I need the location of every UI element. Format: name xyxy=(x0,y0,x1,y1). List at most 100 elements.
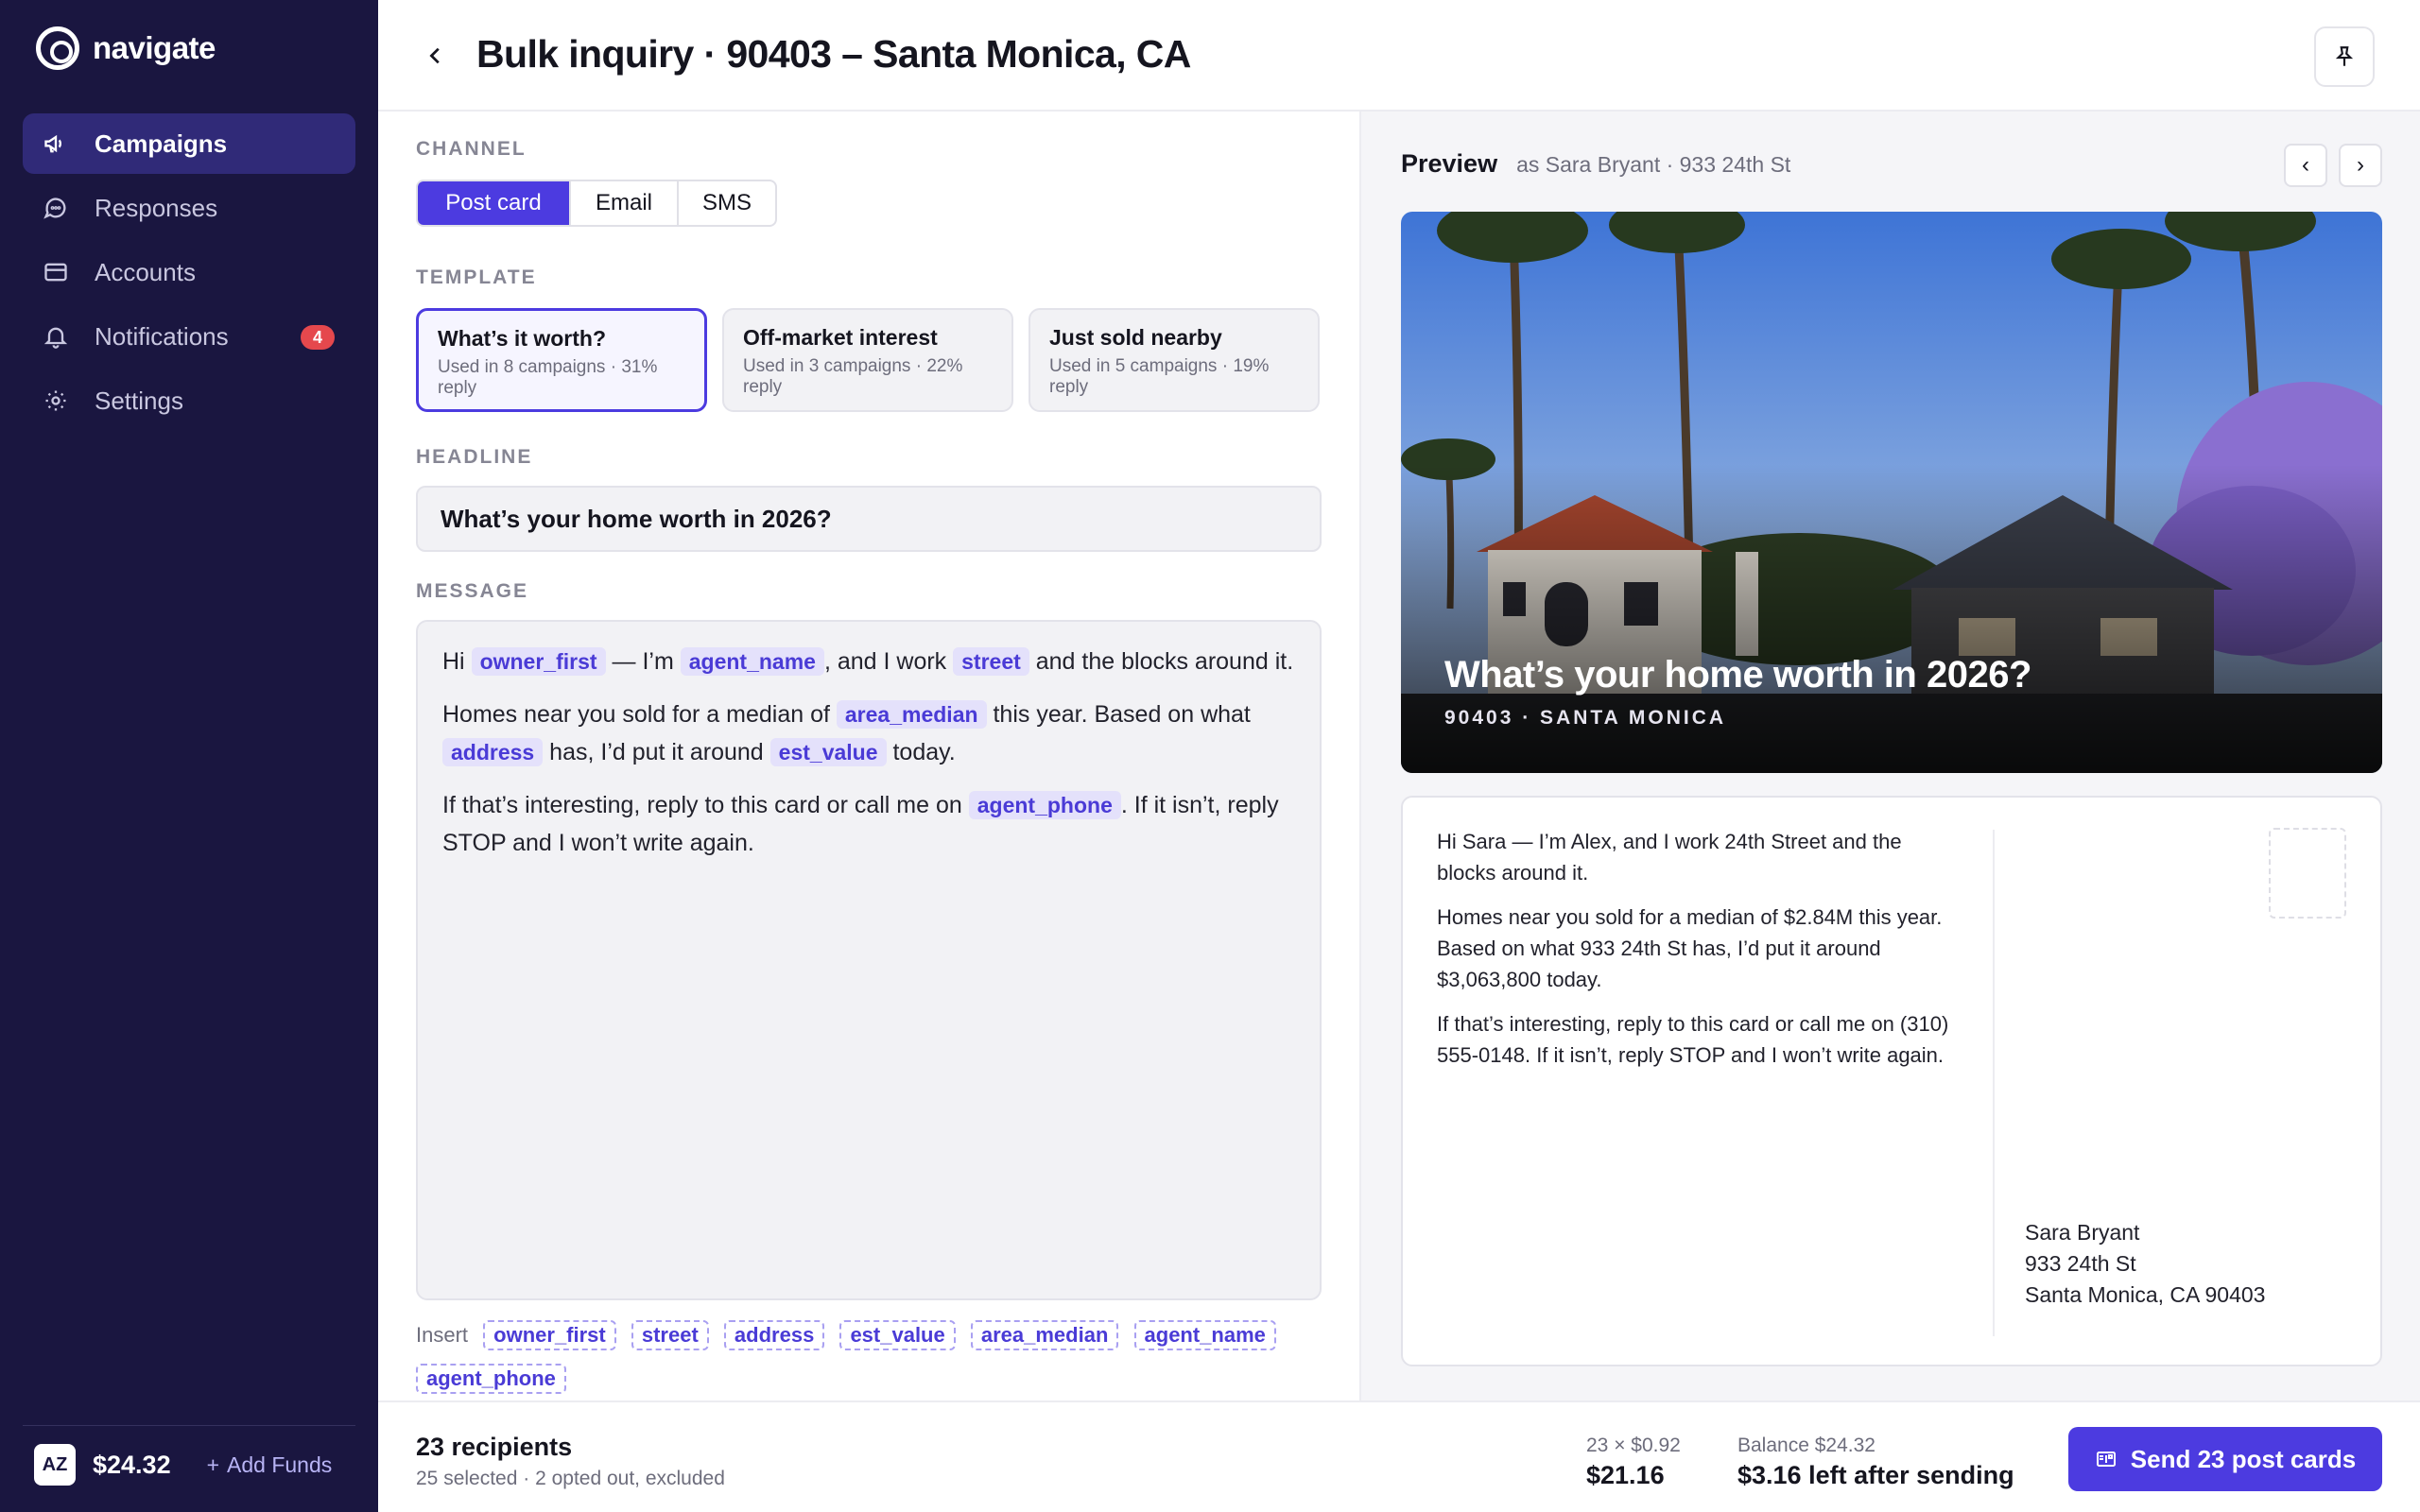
sidebar-item-settings[interactable]: Settings xyxy=(23,370,355,431)
message-text: — I’m xyxy=(612,648,674,675)
recipient-details: 25 selected · 2 opted out, excluded xyxy=(416,1468,725,1489)
chevron-left-icon xyxy=(429,47,440,64)
postcard-divider xyxy=(1993,830,1995,1336)
template-list: What’s it worth? Used in 8 campaigns · 3… xyxy=(416,308,1322,412)
postcard-message-paragraph: Hi Sara — I’m Alex, and I work 24th Stre… xyxy=(1437,830,1902,885)
recipient-address: Sara Bryant 933 24th St Santa Monica, CA… xyxy=(2025,1217,2265,1311)
send-button[interactable]: Send 23 post cards xyxy=(2068,1427,2382,1491)
template-meta: Used in 3 campaigns · 22% reply xyxy=(743,356,963,397)
cost-formula: 23 × $0.92 xyxy=(1586,1435,1681,1456)
logo-icon xyxy=(36,26,79,70)
recipient-count: 23 recipients xyxy=(416,1433,573,1461)
postcard-front: What’s your home worth in 2026? 90403 · … xyxy=(1401,212,2382,773)
channel-sms-button[interactable]: SMS xyxy=(679,181,775,225)
template-meta: Used in 5 campaigns · 19% reply xyxy=(1049,356,1270,397)
credit-card-icon xyxy=(42,258,70,286)
recipient-summary[interactable]: 23 recipients 25 selected · 2 opted out,… xyxy=(416,1433,725,1490)
channel-postcard-button[interactable]: Post card xyxy=(418,181,571,225)
insert-token-street[interactable]: street xyxy=(631,1320,709,1350)
message-text: , and I work xyxy=(823,648,947,675)
page-title: Bulk inquiry · 90403 – Santa Monica, CA xyxy=(476,32,1191,76)
merge-token[interactable]: agent_name xyxy=(680,647,824,676)
address-line: Sara Bryant xyxy=(2025,1220,2140,1245)
preview-title: Preview xyxy=(1401,149,1498,178)
message-text: If that’s interesting, reply to this car… xyxy=(442,792,962,818)
postcard-back: Hi Sara — I’m Alex, and I work 24th Stre… xyxy=(1401,796,2382,1366)
insert-token-est-value[interactable]: est_value xyxy=(839,1320,956,1350)
logo[interactable]: navigate xyxy=(36,26,216,70)
message-editor[interactable]: Hi owner_first — I’m agent_name, and I w… xyxy=(416,620,1322,1300)
sidebar-footer: AZ $24.32 + Add Funds xyxy=(34,1444,355,1486)
stamp-placeholder xyxy=(2269,828,2346,919)
megaphone-icon xyxy=(42,129,70,158)
insert-token-agent-name[interactable]: agent_name xyxy=(1133,1320,1276,1350)
insert-token-address[interactable]: address xyxy=(723,1320,825,1350)
send-bar: 23 recipients 25 selected · 2 opted out,… xyxy=(378,1400,2420,1512)
app-name: navigate xyxy=(93,30,216,65)
sidebar-nav: Campaigns Responses Accounts Notificatio… xyxy=(23,113,355,435)
template-title: Just sold nearby xyxy=(1049,325,1222,350)
sidebar-item-campaigns[interactable]: Campaigns xyxy=(23,113,355,174)
merge-token[interactable]: street xyxy=(953,647,1029,676)
insert-token-row: Insert owner_first street address est_va… xyxy=(416,1314,1322,1400)
bell-icon xyxy=(42,322,70,351)
insert-token-owner-first[interactable]: owner_first xyxy=(483,1320,616,1350)
merge-token[interactable]: address xyxy=(442,738,544,766)
message-text: today. xyxy=(892,739,956,765)
add-funds-label: Add Funds xyxy=(227,1452,333,1477)
template-card-whats-it-worth[interactable]: What’s it worth? Used in 8 campaigns · 3… xyxy=(416,308,707,412)
merge-token[interactable]: est_value xyxy=(769,738,887,766)
balance-after: $3.16 left after sending xyxy=(1737,1461,2014,1489)
postcard-location: 90403 · SANTA MONICA xyxy=(1444,707,1727,729)
postcard-message-paragraph: If that’s interesting, reply to this car… xyxy=(1437,1012,1949,1067)
insert-token-area-median[interactable]: area_median xyxy=(970,1320,1119,1350)
preview-recipient: as Sara Bryant · 933 24th St xyxy=(1516,152,1791,177)
postcard-icon xyxy=(2096,1452,2116,1467)
insert-label: Insert xyxy=(416,1323,469,1347)
add-funds-button[interactable]: + Add Funds xyxy=(207,1452,333,1478)
cost-summary: 23 × $0.92 $21.16 xyxy=(1586,1435,1681,1490)
merge-token[interactable]: area_median xyxy=(836,700,987,729)
channel-label: CHANNEL xyxy=(416,138,527,160)
pin-icon xyxy=(2335,46,2354,66)
message-paragraph: If that’s interesting, reply to this car… xyxy=(442,786,1295,862)
preview-panel: Preview as Sara Bryant · 933 24th St ‹ › xyxy=(1359,112,2420,1400)
message-paragraph: Hi owner_first — I’m agent_name, and I w… xyxy=(442,643,1295,680)
address-line: Santa Monica, CA 90403 xyxy=(2025,1282,2266,1307)
merge-token[interactable]: owner_first xyxy=(471,647,606,676)
account-balance: $24.32 xyxy=(93,1450,171,1479)
channel-email-button[interactable]: Email xyxy=(571,181,679,225)
sidebar-item-notifications[interactable]: Notifications 4 xyxy=(23,306,355,367)
campaign-editor: CHANNEL Post card Email SMS TEMPLATE Wha… xyxy=(416,138,1322,1400)
avatar[interactable]: AZ xyxy=(34,1444,76,1486)
sidebar-item-accounts[interactable]: Accounts xyxy=(23,242,355,302)
preview-pager: ‹ › xyxy=(2284,144,2382,187)
message-paragraph: Homes near you sold for a median of area… xyxy=(442,696,1295,771)
template-meta: Used in 8 campaigns · 31% reply xyxy=(438,357,658,398)
notification-badge: 4 xyxy=(301,325,335,350)
sidebar-item-responses[interactable]: Responses xyxy=(23,178,355,238)
postcard-message: Hi Sara — I’m Alex, and I work 24th Stre… xyxy=(1437,826,1966,1084)
headline-label: HEADLINE xyxy=(416,446,533,468)
sidebar-item-label: Settings xyxy=(95,386,183,415)
insert-token-agent-phone[interactable]: agent_phone xyxy=(416,1364,566,1394)
sidebar-item-label: Accounts xyxy=(95,257,196,286)
merge-token[interactable]: agent_phone xyxy=(968,791,1121,819)
channel-selector: Post card Email SMS xyxy=(416,180,777,227)
next-recipient-button[interactable]: › xyxy=(2339,144,2382,187)
preview-header: Preview as Sara Bryant · 933 24th St xyxy=(1401,149,1790,179)
postcard-headline: What’s your home worth in 2026? xyxy=(1444,654,2031,696)
previous-recipient-button[interactable]: ‹ xyxy=(2284,144,2327,187)
template-title: Off-market interest xyxy=(743,325,938,350)
pin-button[interactable] xyxy=(2314,26,2375,87)
back-button[interactable] xyxy=(422,40,450,72)
sidebar-item-label: Campaigns xyxy=(95,129,228,158)
template-card-just-sold[interactable]: Just sold nearby Used in 5 campaigns · 1… xyxy=(1028,308,1320,412)
sidebar-divider xyxy=(23,1425,355,1426)
send-button-label: Send 23 post cards xyxy=(2130,1444,2357,1473)
balance-summary: Balance $24.32 $3.16 left after sending xyxy=(1737,1435,2014,1490)
template-card-off-market[interactable]: Off-market interest Used in 3 campaigns … xyxy=(722,308,1013,412)
headline-input[interactable]: What’s your home worth in 2026? xyxy=(416,486,1322,552)
sidebar-item-label: Notifications xyxy=(95,321,229,351)
chat-bubble-icon xyxy=(42,194,70,222)
